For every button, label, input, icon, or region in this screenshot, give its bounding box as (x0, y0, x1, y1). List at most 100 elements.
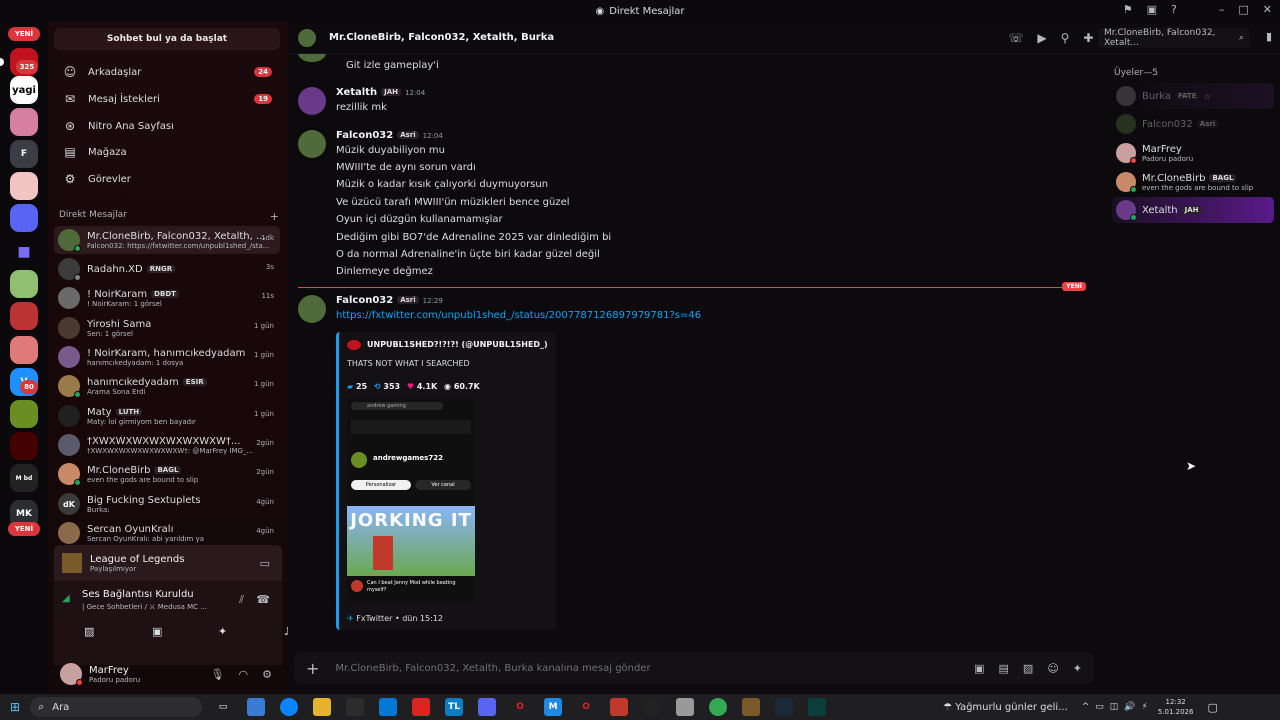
settings-icon[interactable]: ⚙ (262, 668, 272, 681)
emoji-icon[interactable]: ☺ (1047, 662, 1058, 675)
app-icon[interactable]: TL (445, 698, 464, 716)
gif-icon[interactable]: ▤ (999, 662, 1009, 675)
server-icon[interactable] (10, 432, 38, 460)
server-icon[interactable] (10, 204, 38, 232)
headphones-icon[interactable]: ◠ (239, 668, 249, 681)
microphone-icon[interactable]: 🎙 (211, 668, 225, 681)
activity-panel[interactable]: League of Legends Paylaşılmıyor ▭ (54, 545, 282, 581)
dm-item[interactable]: hanımcıkedyadam ESIR Arama Sona Erdi 1 gün (54, 372, 280, 400)
embed-image[interactable]: andrew gaming andrewgames722 Personaliza… (347, 398, 475, 604)
start-icon[interactable]: ⊞ (10, 700, 20, 714)
help-icon[interactable]: ? (1171, 3, 1177, 16)
dm-item[interactable]: ! NoirKaram, hanımcıkedyadam hanımcıkedya… (54, 343, 280, 371)
edge-icon[interactable] (280, 698, 299, 716)
store-icon[interactable] (346, 698, 365, 716)
app-icon[interactable] (808, 698, 827, 716)
create-dm-button[interactable]: + (270, 210, 279, 223)
message-input[interactable]: Mr.CloneBirb, Falcon032, Xetalth, Burka … (335, 663, 974, 674)
avatar[interactable] (298, 130, 326, 158)
nav-friends[interactable]: ☺ Arkadaşlar 24 (54, 60, 280, 84)
close-button[interactable]: ✕ (1263, 3, 1272, 16)
app-icon[interactable]: M (544, 698, 563, 716)
dm-item[interactable]: Maty LUTH Maty: lol girmiyom ben bayadır 1… (54, 402, 280, 430)
find-conversation-button[interactable]: Sohbet bul ya da başlat (54, 28, 280, 50)
voice-channel[interactable]: | Gece Sohbetleri / ⚔ Medusa MC ... (82, 603, 207, 611)
discord-taskbar-icon[interactable] (478, 698, 497, 716)
server-icon[interactable] (10, 270, 38, 298)
call-icon[interactable]: ☏ (1008, 31, 1023, 45)
dm-item[interactable]: †XWXWXWXWXWXWXWXW†... †XWXWXWXWXWXWXWXW†:… (54, 431, 280, 459)
screen-share-icon[interactable]: ▣ (152, 625, 162, 638)
clock[interactable]: 12:32 5.01.2026 (1158, 697, 1194, 717)
server-icon[interactable] (10, 108, 38, 136)
author-name[interactable]: Falcon032 (336, 130, 393, 141)
pin-icon[interactable]: ⚲ (1061, 31, 1070, 45)
search-input[interactable]: Mr.CloneBirb, Falcon032, Xetalt... ⌕ (1098, 28, 1250, 48)
app-icon[interactable] (412, 698, 431, 716)
add-attachment-icon[interactable]: + (306, 659, 319, 678)
server-icon[interactable]: yagi (10, 76, 38, 104)
dm-item[interactable]: ! NoirKaram DBDT! NoirKaram: 1 görsel 11s (54, 284, 280, 312)
gift-icon[interactable]: ▣ (974, 662, 984, 675)
message-composer[interactable]: + Mr.CloneBirb, Falcon032, Xetalth, Burk… (294, 652, 1094, 684)
dm-item[interactable]: Yiroshi Sama Sen: 1 görsel 1 gün (54, 314, 280, 342)
inbox-icon[interactable]: ⚑ (1123, 3, 1133, 16)
member-item[interactable]: Falcon032 Asri (1112, 111, 1274, 137)
nav-message-requests[interactable]: ✉ Mesaj İstekleri 19 (54, 87, 280, 111)
nav-quests[interactable]: ⚙ Görevler (54, 167, 280, 191)
server-icon[interactable]: M bd (10, 464, 38, 492)
opera-icon[interactable]: O (511, 698, 529, 716)
apps-icon[interactable]: ✦ (1073, 662, 1082, 675)
weather-widget[interactable]: ☂ Yağmurlu günler geli... (943, 702, 1068, 713)
nav-nitro[interactable]: ⊛ Nitro Ana Sayfası (54, 114, 280, 138)
member-item[interactable]: Mr.CloneBirb BAGL even the gods are bound … (1112, 169, 1274, 195)
sticker-icon[interactable]: ▨ (1023, 662, 1033, 675)
app-icon[interactable] (643, 698, 662, 716)
notification-icon[interactable]: ▢ (1207, 701, 1217, 714)
noise-suppression-icon[interactable]: ⫽ (239, 593, 244, 607)
embed-author[interactable]: UNPUBL1SHED?!?!?! (@UNPUBL1SHED_) (367, 340, 548, 349)
folder-icon[interactable]: ■ (10, 238, 38, 266)
server-icon[interactable] (10, 302, 38, 330)
member-item[interactable]: MarFrey Padoru padoru (1112, 140, 1274, 166)
author-name[interactable]: Xetalth (336, 87, 377, 98)
task-view-icon[interactable]: ▭ (214, 698, 232, 716)
app-icon[interactable] (676, 698, 695, 716)
avatar[interactable] (298, 295, 326, 323)
screen-share-icon[interactable]: ▣ (1147, 3, 1157, 16)
file-explorer-icon[interactable] (313, 698, 332, 716)
message-link[interactable]: https://fxtwitter.com/unpubl1shed_/statu… (336, 310, 701, 321)
dm-item[interactable]: Sercan OyunKralı Sercan OyunKralı: abi ya… (54, 519, 280, 547)
stream-icon[interactable]: ▭ (260, 557, 270, 570)
camera-off-icon[interactable]: ▨ (84, 625, 94, 638)
app-icon[interactable] (610, 698, 629, 716)
server-icon[interactable] (10, 400, 38, 428)
taskbar-search[interactable]: ⌕ Ara (30, 697, 203, 717)
member-item[interactable]: Xetalth JAH (1112, 197, 1274, 223)
system-tray[interactable]: ^▭◫🔊⚡ (1082, 702, 1154, 712)
league-icon[interactable] (742, 698, 761, 716)
maximize-button[interactable]: □ (1238, 3, 1248, 16)
opera-gx-icon[interactable]: O (577, 698, 595, 716)
dm-item[interactable]: Mr.CloneBirb, Falcon032, Xetalth, ... Fal… (54, 226, 280, 254)
avatar[interactable] (60, 663, 83, 686)
server-icon[interactable] (10, 172, 38, 200)
server-icon[interactable]: F (10, 140, 38, 168)
chrome-icon[interactable] (709, 698, 728, 716)
steam-icon[interactable] (775, 698, 794, 716)
dm-item[interactable]: Radahn.XD RNGR 3s (54, 255, 280, 283)
nav-shop[interactable]: ▤ Mağaza (54, 140, 280, 164)
author-name[interactable]: Falcon032 (336, 295, 393, 306)
member-item[interactable]: Burka FATE ☆ (1112, 83, 1274, 109)
mail-icon[interactable] (379, 698, 398, 716)
dm-item[interactable]: dK Big Fucking Sextuplets Burka: 4gün (54, 490, 280, 518)
add-friends-icon[interactable]: ✚ (1083, 31, 1093, 45)
avatar[interactable] (298, 87, 326, 115)
copilot-icon[interactable] (247, 698, 266, 716)
activities-icon[interactable]: ✦ (218, 625, 227, 638)
inbox-icon[interactable]: ▮ (1266, 30, 1272, 43)
video-icon[interactable]: ▶ (1037, 31, 1046, 45)
server-icon[interactable] (10, 336, 38, 364)
dm-item[interactable]: Mr.CloneBirb BAGL even the gods are bound … (54, 460, 280, 488)
minimize-button[interactable]: – (1219, 3, 1225, 16)
